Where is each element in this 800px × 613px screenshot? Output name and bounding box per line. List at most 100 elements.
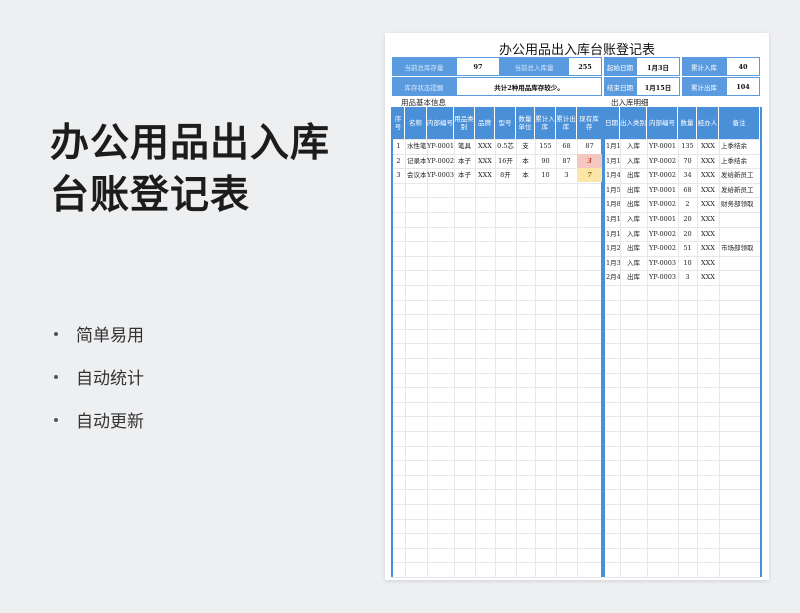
row-divider	[392, 504, 602, 505]
column-divider	[495, 139, 496, 577]
right-table-cell: 2	[685, 200, 690, 209]
row-divider	[604, 547, 760, 549]
row-divider	[604, 474, 760, 476]
stock-status-label: 库存状态提醒	[392, 77, 456, 96]
left-table-cell: 8开	[500, 171, 511, 180]
left-table-cell: XXX	[478, 142, 492, 150]
left-table-cell: YP-0003	[427, 171, 454, 180]
right-table-cell: 51	[683, 244, 692, 253]
column-divider	[556, 139, 557, 577]
right-table-cell: 1月30日	[606, 258, 620, 267]
row-divider	[392, 547, 602, 549]
right-table-cell: 出库	[627, 273, 640, 282]
right-table-cell: XXX	[701, 244, 715, 253]
left-table-cell: 支	[522, 142, 529, 150]
column-divider	[405, 139, 406, 577]
left-table-cell: 3	[577, 153, 602, 168]
total-out-value: 104	[726, 77, 760, 96]
left-table-cell: 16开	[498, 156, 513, 165]
right-table-cell: XXX	[701, 156, 715, 165]
row-divider	[604, 416, 760, 418]
row-divider	[392, 431, 602, 432]
total-in-label: 累计入库	[682, 57, 726, 76]
right-table-cell: 3	[685, 273, 690, 282]
right-table-cell: 1月5日	[606, 185, 620, 194]
feature-label: 自动更新	[76, 412, 144, 432]
end-date-label: 结束日期	[604, 77, 636, 96]
row-divider	[604, 504, 760, 505]
bullet-icon	[54, 417, 58, 422]
right-table-cell: 入库	[627, 142, 640, 150]
left-column-header: 内部编号	[427, 107, 454, 139]
right-table-cell: XXX	[701, 142, 715, 150]
current-stock-value: 97	[456, 57, 500, 76]
row-divider	[392, 387, 602, 389]
row-divider	[392, 182, 602, 184]
hero-title-line1: 办公用品出入库	[50, 121, 331, 166]
row-divider	[392, 285, 602, 286]
row-divider	[604, 577, 760, 578]
right-table-cell: 1月1日	[606, 156, 620, 165]
right-table-cell: 1月4日	[606, 171, 620, 180]
feature-list: 简单易用 自动统计 自动更新	[50, 312, 144, 441]
right-table-cell: 入库	[627, 156, 640, 165]
start-date-value: 1月3日	[636, 57, 680, 76]
left-column-header: 累计入库	[535, 107, 556, 139]
right-table-cell: 入库	[627, 258, 640, 267]
right-table-cell: XXX	[701, 273, 715, 282]
left-table-cell: 87	[585, 142, 594, 150]
right-table-cell: 发给新员工	[721, 171, 754, 180]
hero-title-line2: 台账登记表	[50, 173, 251, 218]
left-column-header: 现有库存	[577, 107, 602, 139]
left-table-cell: 本子	[458, 156, 471, 165]
left-table-cell: XXX	[478, 171, 492, 180]
left-column-header: 累计出库	[556, 107, 577, 139]
row-divider	[392, 343, 602, 345]
total-in-value: 40	[726, 57, 760, 76]
right-table-cell: YP-0001	[648, 185, 677, 194]
row-divider	[604, 401, 760, 403]
left-table-cell: 68	[562, 142, 571, 150]
feature-label: 简单易用	[76, 326, 144, 346]
row-divider	[604, 445, 760, 447]
row-divider	[392, 328, 602, 330]
left-column-header: 序号	[392, 107, 405, 139]
current-in-label: 当前总入库量	[500, 57, 568, 76]
current-stock-label: 当前总库存量	[392, 57, 456, 76]
right-table-cell: 34	[683, 171, 692, 180]
row-divider	[604, 343, 760, 345]
right-table-cell: 出库	[627, 171, 640, 180]
row-divider	[604, 358, 760, 359]
left-table-cell: 10	[541, 171, 550, 180]
right-table-cell: XXX	[701, 200, 715, 209]
row-divider	[392, 460, 602, 462]
right-table-cell: 上季结余	[721, 142, 747, 150]
right-column-header: 日期	[604, 107, 620, 139]
row-divider	[604, 562, 760, 564]
right-table-cell: 2月4日	[606, 273, 620, 282]
row-divider	[392, 401, 602, 403]
row-divider	[604, 489, 760, 491]
feature-item: 自动更新	[50, 398, 144, 441]
right-table-cell: XXX	[701, 229, 715, 238]
right-table-cell: 20	[683, 215, 692, 223]
stock-status-value: 共计2种用品库存较少。	[456, 77, 602, 96]
left-column-header: 名称	[405, 107, 427, 139]
left-table-cell: 本子	[458, 171, 471, 180]
column-divider	[475, 139, 476, 577]
row-divider	[392, 358, 602, 359]
row-divider	[392, 416, 602, 418]
left-table-cell: 本	[522, 171, 529, 180]
row-divider	[604, 387, 760, 389]
left-table-cell: 记录本	[407, 156, 427, 165]
right-table-cell: 10	[683, 258, 692, 267]
row-divider	[392, 212, 602, 213]
right-table-cell: XXX	[701, 185, 715, 194]
row-divider	[392, 241, 602, 243]
left-table-cell: 155	[539, 142, 552, 150]
left-table-cell: 7	[577, 168, 602, 183]
right-table-cell	[719, 256, 760, 270]
right-table-cell: 135	[681, 142, 694, 150]
current-in-value: 255	[568, 57, 602, 76]
feature-item: 自动统计	[50, 355, 144, 398]
